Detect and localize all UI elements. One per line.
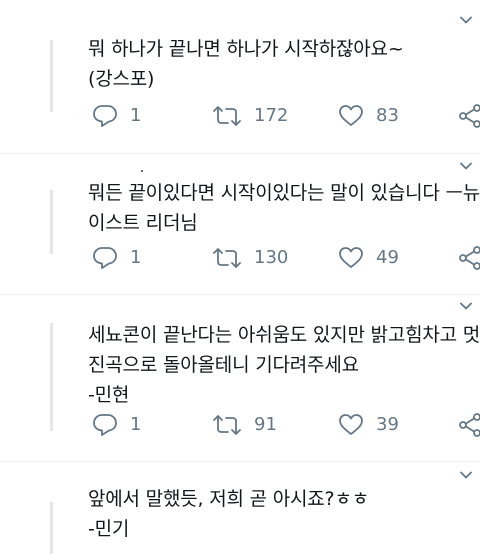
like-button[interactable]: 39 [338, 411, 399, 439]
tweet-actions: 1 130 49 [88, 244, 480, 272]
tweet-actions: 1 91 39 [88, 411, 480, 439]
reply-count: 1 [130, 247, 142, 268]
chevron-down-icon[interactable] [460, 160, 472, 172]
thread-line [50, 323, 53, 431]
reply-count: 1 [130, 414, 142, 435]
reply-button[interactable]: 1 [92, 102, 141, 130]
chevron-down-icon[interactable] [460, 300, 472, 312]
reply-icon [92, 104, 118, 128]
tweet-text-line: (강스포) [88, 68, 155, 90]
tweet-text-line: 진곡으로 돌아올테니 기다려주세요 [88, 354, 359, 376]
tweet-text: 세뇨콘이 끝난다는 아쉬움도 있지만 밝고힘차고 멋 진곡으로 돌아올테니 기다… [88, 320, 480, 410]
tweet-text-line: 뭐 하나가 끝나면 하나가 시작하잖아요~ [88, 38, 404, 60]
thread-line [50, 190, 53, 254]
chevron-down-icon[interactable] [460, 14, 472, 26]
heart-icon [338, 413, 364, 437]
tweet-actions: 1 172 83 [88, 102, 480, 130]
like-count: 39 [376, 414, 399, 435]
tweet-text: 뭐 하나가 끝나면 하나가 시작하잖아요~ (강스포) [88, 34, 480, 94]
retweet-count: 172 [254, 105, 289, 126]
reply-icon [92, 413, 118, 437]
tweet-text: 앞에서 말했듯, 저희 곧 아시죠?ㅎㅎ -민기 [88, 484, 480, 544]
tweet-text-line: 앞에서 말했듯, 저희 곧 아시죠?ㅎㅎ [88, 488, 370, 510]
retweet-button[interactable]: 172 [212, 102, 288, 130]
retweet-count: 91 [254, 414, 277, 435]
reply-count: 1 [130, 105, 142, 126]
like-button[interactable]: 49 [338, 244, 399, 272]
retweet-button[interactable]: 130 [212, 244, 288, 272]
tweet-text-line: -민현 [88, 384, 130, 406]
tweet-1[interactable]: 뭐 하나가 끝나면 하나가 시작하잖아요~ (강스포) 1 172 83 [0, 0, 480, 150]
share-button[interactable] [458, 244, 480, 272]
share-icon [458, 413, 480, 437]
thread-line [50, 502, 53, 554]
reply-button[interactable]: 1 [92, 244, 141, 272]
like-count: 83 [376, 105, 399, 126]
tweet-text-line: 뭐든 끝이있다면 시작이있다는 말이 있습니다 ㅡ뉴 [88, 182, 480, 204]
reply-icon [92, 246, 118, 270]
thread-line [50, 40, 53, 112]
share-icon [458, 246, 480, 270]
retweet-button[interactable]: 91 [212, 411, 277, 439]
share-icon [458, 104, 480, 128]
retweet-icon [212, 104, 242, 128]
tweet-text: 뭐든 끝이있다면 시작이있다는 말이 있습니다 ㅡ뉴 이스트 리더님 [88, 178, 480, 238]
like-button[interactable]: 83 [338, 102, 399, 130]
chevron-down-icon[interactable] [460, 469, 472, 481]
retweet-icon [212, 413, 242, 437]
heart-icon [338, 104, 364, 128]
reply-button[interactable]: 1 [92, 411, 141, 439]
tweet-feed: 뭐 하나가 끝나면 하나가 시작하잖아요~ (강스포) 1 172 83 뭐든 … [0, 0, 480, 554]
heart-icon [338, 246, 364, 270]
tweet-text-line: -민기 [88, 518, 130, 540]
share-button[interactable] [458, 411, 480, 439]
share-button[interactable] [458, 102, 480, 130]
retweet-count: 130 [254, 247, 289, 268]
tweet-4[interactable]: 앞에서 말했듯, 저희 곧 아시죠?ㅎㅎ -민기 [0, 462, 480, 554]
like-count: 49 [376, 247, 399, 268]
tweet-text-line: 이스트 리더님 [88, 212, 198, 234]
retweet-icon [212, 246, 242, 270]
tweet-3[interactable]: 세뇨콘이 끝난다는 아쉬움도 있지만 밝고힘차고 멋 진곡으로 돌아올테니 기다… [0, 295, 480, 460]
tweet-2[interactable]: 뭐든 끝이있다면 시작이있다는 말이 있습니다 ㅡ뉴 이스트 리더님 1 130 [0, 154, 480, 294]
tweet-text-line: 세뇨콘이 끝난다는 아쉬움도 있지만 밝고힘차고 멋 [88, 324, 480, 346]
